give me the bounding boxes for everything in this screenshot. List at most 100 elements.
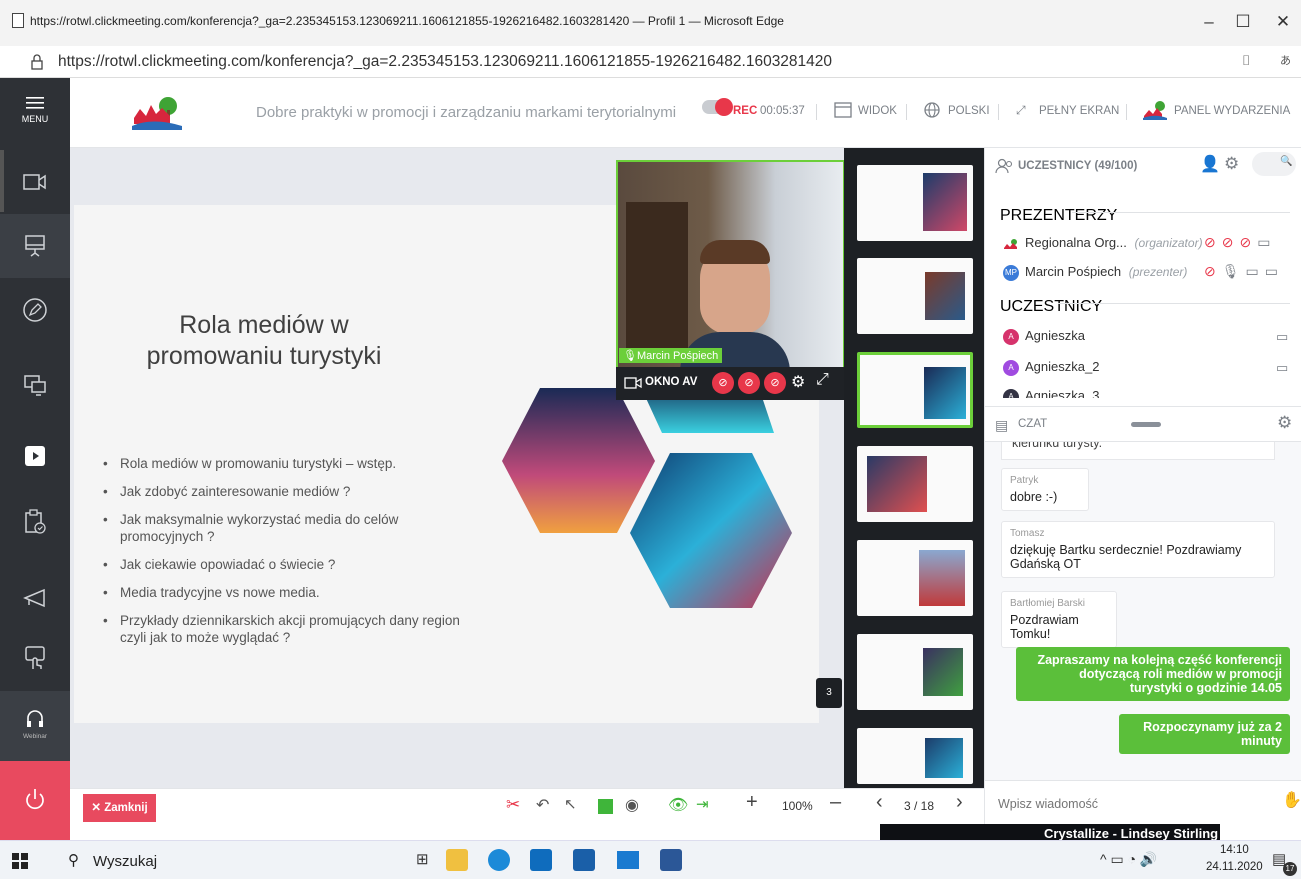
avatar: A xyxy=(1003,328,1019,345)
microphone-icon: 🎙 xyxy=(623,350,637,362)
chat-header: ▤ CZAT ⚙ xyxy=(985,406,1301,442)
zoom-out-button[interactable]: – xyxy=(830,791,841,814)
slide-thumbnail[interactable] xyxy=(857,165,973,241)
slide-thumbnail-active[interactable] xyxy=(857,352,973,428)
slide-thumbnail[interactable] xyxy=(857,728,973,784)
explorer-icon[interactable] xyxy=(446,849,468,871)
bottom-toolbar: ✕ Zamknij ✂ ↶ ↖ ◉ 👁 ⇥ + 100% – ‹ 3 / 18 … xyxy=(70,788,984,840)
chat-input[interactable] xyxy=(998,792,1268,816)
chat-resize-handle[interactable] xyxy=(1131,422,1161,427)
chat-title: CZAT xyxy=(1018,418,1048,430)
laser-off-icon[interactable]: ✂ xyxy=(506,795,520,815)
next-slide-button[interactable]: › xyxy=(956,791,963,814)
webinar-mode-button[interactable]: Webinar xyxy=(0,691,70,761)
end-session-button[interactable] xyxy=(0,761,70,840)
participant-search-input[interactable]: 🔍 xyxy=(1252,152,1296,176)
participant-row[interactable]: Regionalna Org... (organizator) xyxy=(1003,235,1203,250)
color-picker-button[interactable] xyxy=(598,799,613,814)
participants-gear-icon[interactable]: ⚙ xyxy=(1224,154,1239,174)
store-icon[interactable] xyxy=(573,849,595,871)
clipboard-check-icon xyxy=(25,509,46,534)
add-user-icon[interactable]: 👤 xyxy=(1200,154,1220,174)
edge-icon[interactable] xyxy=(488,849,510,871)
url-text[interactable]: https://rotwl.clickmeeting.com/konferenc… xyxy=(58,53,832,71)
slide-thumbnail[interactable] xyxy=(857,634,973,710)
word-icon[interactable] xyxy=(660,849,682,871)
taskbar-search[interactable]: Wyszukaj xyxy=(93,853,157,870)
files-icon[interactable] xyxy=(530,849,552,871)
camera-button[interactable] xyxy=(0,150,70,214)
rec-toggle[interactable] xyxy=(702,98,733,116)
youtube-icon xyxy=(25,446,45,466)
zoom-in-button[interactable]: + xyxy=(746,791,758,814)
presenter-controls[interactable]: ⊘⊘⊘▭ xyxy=(1204,234,1276,251)
mic-off-button[interactable]: ⊘ xyxy=(738,372,760,394)
tests-button[interactable] xyxy=(0,490,70,554)
translate-icon[interactable]: あ xyxy=(1280,52,1291,68)
mail-icon[interactable] xyxy=(617,851,639,869)
presentation-button[interactable] xyxy=(0,214,70,278)
extension-icon[interactable]: ⌷ xyxy=(1242,52,1250,69)
page-icon xyxy=(12,13,24,28)
webinar-label: Webinar xyxy=(22,733,48,740)
windows-taskbar: ⚲ Wyszukaj ⊞ ^ ▭ ◔ 🔊 14:10 24.11.2020 ▤ … xyxy=(0,840,1301,879)
avatar: MP xyxy=(1003,264,1019,281)
record-dot-icon[interactable]: ◉ xyxy=(625,795,639,815)
slide-title: Rola mediów w promowaniu turystyki xyxy=(146,311,382,370)
camera-off-button[interactable]: ⊘ xyxy=(712,372,734,394)
eye-icon[interactable]: 👁 xyxy=(668,795,688,815)
event-panel-button[interactable]: PANEL WYDARZENIA xyxy=(1174,105,1290,117)
chat-gear-icon[interactable]: ⚙ xyxy=(1277,413,1292,433)
previous-slide-button[interactable]: ‹ xyxy=(876,791,883,814)
gear-icon[interactable]: ⚙ xyxy=(791,372,805,392)
slide-thumbnail[interactable] xyxy=(857,446,973,522)
lock-icon xyxy=(31,54,43,70)
slide-city-hexagons-image xyxy=(502,383,792,608)
menu-button[interactable]: MENU xyxy=(0,78,70,150)
avatar: A xyxy=(1003,388,1019,398)
chat-message: Bartłomiej Barski Pozdrawiam Tomku! xyxy=(1001,591,1117,648)
presenter-controls[interactable]: ⊘🎙▭▭ xyxy=(1204,263,1284,280)
language-button[interactable]: POLSKI xyxy=(948,105,990,117)
presentation-board-icon xyxy=(25,235,45,257)
clock-time: 14:10 xyxy=(1220,844,1249,856)
media-notification: Crystallize - Lindsey Stirling xyxy=(880,824,1220,840)
task-view-icon[interactable]: ⊞ xyxy=(416,850,429,868)
whiteboard-button[interactable] xyxy=(0,278,70,342)
windows-start-icon[interactable] xyxy=(12,853,28,869)
close-window-button[interactable]: ✕ xyxy=(1268,8,1298,36)
tray-icons[interactable]: ^ ▭ ◔ 🔊 xyxy=(1100,851,1157,868)
raise-hand-icon[interactable]: ✋ xyxy=(1282,790,1301,810)
screen-share-button[interactable] xyxy=(0,353,70,417)
call-to-action-button[interactable] xyxy=(0,566,70,630)
speaker-off-button[interactable]: ⊘ xyxy=(764,372,786,394)
event-panel-logo-icon xyxy=(1143,101,1167,120)
zoom-level: 100% xyxy=(782,799,813,813)
maximize-button[interactable]: ☐ xyxy=(1228,8,1258,36)
fullscreen-button[interactable]: PEŁNY EKRAN xyxy=(1039,105,1119,117)
participants-title: UCZESTNICY (49/100) xyxy=(1018,160,1138,172)
participant-row[interactable]: MP Marcin Pośpiech (prezenter) xyxy=(1003,264,1187,281)
notification-count-badge: 17 xyxy=(1283,862,1297,876)
slide-thumbnail[interactable] xyxy=(857,540,973,616)
slide-thumbnail[interactable] xyxy=(857,258,973,334)
close-presentation-button[interactable]: ✕ Zamknij xyxy=(83,794,156,822)
interaction-button[interactable] xyxy=(0,626,70,690)
view-button[interactable]: WIDOK xyxy=(858,105,897,117)
minimize-button[interactable]: – xyxy=(1194,8,1224,36)
expand-icon[interactable]: ⤢ xyxy=(816,371,829,389)
participant-row[interactable]: A Agnieszka xyxy=(1003,328,1085,345)
speaker-video[interactable]: 🎙Marcin Pośpiech xyxy=(616,160,845,400)
sync-view-icon[interactable]: ⇥ xyxy=(696,795,709,813)
participant-row-clipped[interactable]: A Agnieszka_3 xyxy=(998,386,1298,398)
pointer-icon[interactable]: ↖ xyxy=(564,795,577,813)
menu-label: MENU xyxy=(21,114,49,124)
participant-row[interactable]: A Agnieszka_2 xyxy=(1003,359,1099,376)
organizer-logo-icon xyxy=(1004,238,1017,249)
youtube-button[interactable] xyxy=(0,424,70,488)
attendees-section-label: UCZESTNICY xyxy=(1000,298,1103,315)
undo-icon[interactable]: ↶ xyxy=(536,795,549,815)
hand-touch-icon xyxy=(25,646,45,669)
slide-bullet: Media tradycyjne vs nowe media. xyxy=(103,584,463,601)
address-bar[interactable]: https://rotwl.clickmeeting.com/konferenc… xyxy=(0,46,1301,78)
